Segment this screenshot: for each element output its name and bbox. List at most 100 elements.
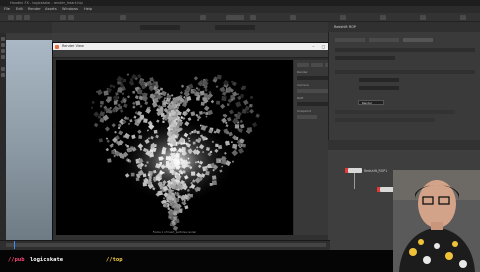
shelf-tool-button[interactable]	[200, 15, 206, 20]
social-handle-prefix: //pub	[8, 257, 25, 263]
sidebar-button[interactable]	[297, 115, 317, 119]
particle-cube	[107, 158, 112, 163]
shelf-tool-button[interactable]	[420, 15, 426, 20]
render-view-toolbar	[53, 50, 341, 58]
menu-item-assets[interactable]: Assets	[45, 6, 57, 13]
particle-cube	[225, 121, 228, 124]
shelf-tool-button[interactable]	[68, 15, 74, 20]
particle-cube	[205, 112, 209, 115]
particle-cube	[178, 100, 181, 103]
particle-cube	[246, 127, 253, 133]
sidebar-label: Render	[297, 70, 308, 74]
particle-cube	[100, 105, 103, 108]
shelf-tool-button[interactable]	[380, 15, 386, 20]
particle-cube	[197, 94, 201, 98]
timeline-ruler[interactable]	[6, 243, 326, 247]
render-view-title: Render View	[62, 44, 84, 48]
center-pane-toolbar	[52, 22, 328, 33]
node-wire	[354, 172, 355, 189]
menu-item-windows[interactable]: Windows	[62, 6, 78, 13]
streamer-handle: logicskate	[30, 257, 64, 263]
node-flag-icon	[345, 168, 348, 173]
sidebar-button[interactable]	[297, 63, 309, 67]
render-button[interactable]: Render	[358, 100, 384, 105]
render-view-icon	[55, 44, 59, 49]
particle-cube	[100, 100, 104, 105]
node-label: Redshift_ROP1	[364, 169, 388, 173]
particle-cube	[91, 106, 93, 109]
param-tab[interactable]	[403, 38, 433, 42]
param-field[interactable]	[335, 110, 455, 114]
shelf-tool-button[interactable]	[250, 15, 256, 20]
shelf-tool-button[interactable]	[24, 15, 30, 20]
render-view-titlebar[interactable]: Render View – ▢ ✕	[53, 43, 341, 50]
shelf-tool-button[interactable]	[340, 15, 346, 20]
particle-cube	[97, 115, 102, 119]
particle-cube	[141, 81, 144, 84]
particle-cube	[115, 92, 119, 96]
particle-cube	[118, 126, 121, 129]
shelf-tool-button[interactable]	[290, 15, 296, 20]
particle-cube	[167, 100, 170, 102]
param-tab[interactable]	[369, 38, 399, 42]
node-flag-icon	[377, 187, 380, 192]
particle-cube	[215, 85, 218, 88]
select-tool-icon[interactable]	[1, 37, 5, 41]
parameter-pane	[328, 22, 480, 140]
particle-cube	[173, 105, 176, 108]
webcam-feed	[393, 170, 480, 272]
view-tool-icon[interactable]	[1, 73, 5, 77]
sidebar-label: ROP	[297, 96, 304, 100]
sidebar-label: Camera	[297, 83, 309, 87]
render-image: Frame 1 of heart_particles render	[56, 60, 293, 236]
handle-tool-icon[interactable]	[1, 67, 5, 71]
shelf-tool-button[interactable]	[120, 15, 126, 20]
shelf-tool-button[interactable]	[226, 15, 244, 20]
heart-particles-render	[56, 60, 293, 236]
param-field[interactable]	[335, 118, 435, 122]
rotate-tool-icon[interactable]	[1, 49, 5, 53]
shelf-tool-button[interactable]	[8, 15, 14, 20]
tool-shelf	[0, 13, 480, 22]
menu-bar: File Edit Render Assets Windows Help	[0, 6, 480, 13]
particle-cube	[216, 74, 222, 80]
particle-cube	[215, 100, 221, 105]
particle-cube	[103, 90, 109, 96]
param-tab[interactable]	[335, 38, 365, 42]
particle-cube	[129, 81, 132, 84]
frame-field[interactable]	[140, 25, 180, 30]
timeline-playhead[interactable]	[14, 241, 15, 249]
parameter-title: Redshift ROP	[334, 25, 356, 29]
param-field[interactable]	[359, 86, 399, 90]
menu-item-render[interactable]: Render	[28, 6, 41, 13]
range-field[interactable]	[215, 25, 255, 30]
shelf-tool-button[interactable]	[16, 15, 22, 20]
menu-item-file[interactable]: File	[4, 6, 10, 13]
move-tool-icon[interactable]	[1, 43, 5, 47]
particle-cube	[241, 108, 247, 114]
scale-tool-icon[interactable]	[1, 55, 5, 59]
shelf-tool-button[interactable]	[60, 15, 66, 20]
particle-cube	[173, 211, 178, 216]
sidebar-label: Snapshot	[297, 109, 312, 113]
param-field[interactable]	[359, 78, 399, 82]
particle-cube	[129, 78, 134, 82]
node-redshift-rop1[interactable]	[345, 168, 362, 173]
menu-item-edit[interactable]: Edit	[16, 6, 23, 13]
particle-cube	[227, 103, 230, 106]
param-field[interactable]	[335, 48, 475, 52]
shelf-tool-button[interactable]	[460, 15, 466, 20]
scene-viewport[interactable]	[6, 40, 52, 240]
param-field[interactable]	[335, 56, 395, 60]
particle-cube	[150, 94, 152, 96]
particle-cube	[107, 96, 112, 101]
particle-cube	[234, 124, 240, 129]
render-caption: Frame 1 of heart_particles render	[152, 231, 197, 234]
sidebar-button[interactable]	[311, 63, 323, 67]
param-field[interactable]	[335, 70, 475, 74]
particle-cube	[221, 95, 227, 102]
network-header	[328, 140, 480, 150]
particle-cube	[242, 143, 246, 148]
node-redshift-ipr[interactable]	[377, 187, 394, 192]
menu-item-help[interactable]: Help	[84, 6, 92, 13]
